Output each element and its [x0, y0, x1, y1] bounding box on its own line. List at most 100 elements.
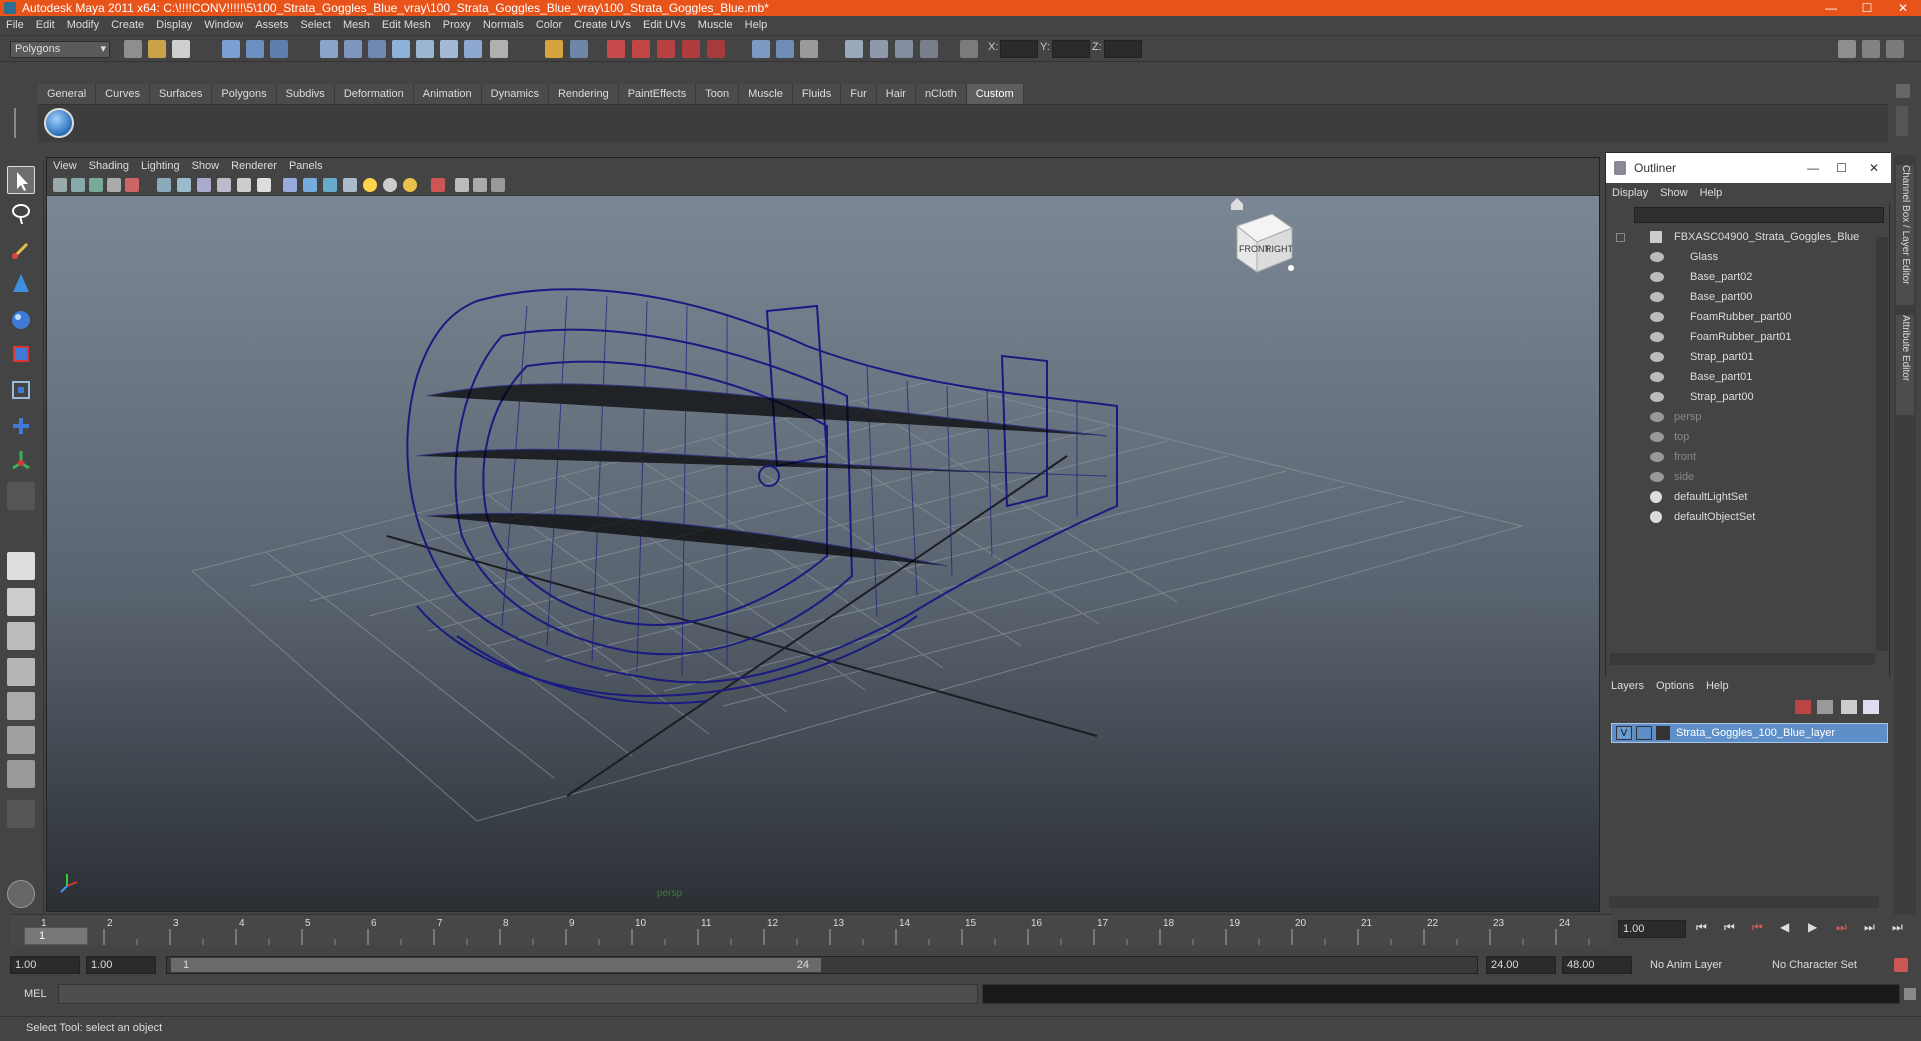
select-hierarchy-icon[interactable] [222, 40, 240, 58]
shelf-tab-ncloth[interactable]: nCloth [915, 84, 967, 104]
channel-box-tab[interactable]: Channel Box / Layer Editor [1896, 165, 1914, 305]
shelf-tab-dynamics[interactable]: Dynamics [481, 84, 549, 104]
outliner-item-strap-part01[interactable]: Strap_part01 [1606, 347, 1876, 367]
x-field[interactable] [1000, 40, 1038, 58]
animation-end-field[interactable]: 48.00 [1562, 956, 1632, 974]
outliner-item-foamrubber-part01[interactable]: FoamRubber_part01 [1606, 327, 1876, 347]
menu-mesh[interactable]: Mesh [337, 16, 376, 35]
menu-proxy[interactable]: Proxy [437, 16, 477, 35]
xray-joints-icon[interactable] [473, 178, 487, 192]
menu-create-uvs[interactable]: Create UVs [568, 16, 637, 35]
time-slider[interactable]: 1 2 3 4 5 6 7 8 9 10 11 12 13 14 15 16 17 18 19 20 21 22 23 24 … [10, 914, 1612, 946]
batch-render-icon[interactable] [800, 40, 818, 58]
go-to-end-icon[interactable]: ⏭ [1892, 920, 1903, 935]
open-scene-icon[interactable] [148, 40, 166, 58]
animation-start-field[interactable]: 1.00 [10, 956, 80, 974]
outliner-item-strap-part00[interactable]: Strap_part00 [1606, 387, 1876, 407]
make-live-icon[interactable] [416, 40, 434, 58]
shelf-tab-painteffects[interactable]: PaintEffects [618, 84, 697, 104]
character-set-dropdown[interactable]: No Character Set [1758, 956, 1882, 974]
playback-start-field[interactable]: 1.00 [86, 956, 156, 974]
select-object-icon[interactable] [246, 40, 264, 58]
transform-mode-icon[interactable] [960, 40, 978, 58]
safe-action-icon[interactable] [257, 178, 271, 192]
menu-color[interactable]: Color [530, 16, 568, 35]
snap-grid-icon[interactable] [320, 40, 338, 58]
viewport-menu-lighting[interactable]: Lighting [135, 158, 186, 174]
layout-extra-icon[interactable] [7, 760, 35, 788]
persp-outliner-layout-icon[interactable] [7, 622, 35, 650]
last-tool-icon[interactable] [7, 482, 35, 510]
menu-edit-uvs[interactable]: Edit UVs [637, 16, 692, 35]
new-empty-layer-icon[interactable] [1817, 700, 1833, 714]
field-chart-icon[interactable] [237, 178, 251, 192]
script-editor-icon[interactable] [7, 880, 35, 908]
channel-box-toggle-icon[interactable] [920, 40, 938, 58]
input-line-mode-icon[interactable] [845, 40, 863, 58]
rotate-tool-icon[interactable] [7, 306, 35, 334]
play-backwards-icon[interactable]: ◀ [1780, 920, 1789, 934]
grid-toggle-icon[interactable] [157, 178, 171, 192]
shelf-tab-custom[interactable]: Custom [966, 84, 1024, 104]
outliner-camera-side[interactable]: side [1606, 467, 1876, 487]
menu-display[interactable]: Display [150, 16, 198, 35]
layer-row[interactable]: V Strata_Goggles_100_Blue_layer [1611, 723, 1888, 743]
outliner-camera-front[interactable]: front [1606, 447, 1876, 467]
render-region-icon[interactable] [657, 40, 675, 58]
four-view-layout-icon[interactable] [7, 588, 35, 616]
go-to-start-icon[interactable]: ⏮ [1696, 920, 1707, 935]
shelf-tab-curves[interactable]: Curves [96, 84, 150, 104]
step-forward-icon[interactable]: ⏭ [1864, 920, 1875, 935]
shelf-tab-surfaces[interactable]: Surfaces [149, 84, 213, 104]
save-scene-icon[interactable] [172, 40, 190, 58]
current-frame-marker[interactable]: 1 [24, 927, 88, 945]
isolate-select-icon[interactable] [431, 178, 445, 192]
viewport-canvas[interactable]: FRONT RIGHT persp [47, 196, 1599, 911]
single-perspective-layout-icon[interactable] [7, 552, 35, 580]
shelf-tab-general[interactable]: General [38, 84, 97, 104]
render-settings-icon[interactable] [682, 40, 700, 58]
playback-end-field[interactable]: 24.00 [1486, 956, 1556, 974]
outliner-item-base-part02[interactable]: Base_part02 [1606, 267, 1876, 287]
menu-window[interactable]: Window [198, 16, 249, 35]
layout-outliner-icon[interactable] [1886, 40, 1904, 58]
close-button[interactable]: ✕ [1885, 0, 1921, 16]
viewport-menu-panels[interactable]: Panels [283, 158, 329, 174]
bookmark-icon[interactable] [71, 178, 85, 192]
minimize-button[interactable]: — [1813, 0, 1849, 16]
hypershade-icon[interactable] [707, 40, 725, 58]
viewcube-menu-icon[interactable] [1288, 265, 1294, 271]
shelf-tab-rendering[interactable]: Rendering [548, 84, 619, 104]
menu-modify[interactable]: Modify [61, 16, 105, 35]
lock-selection-icon[interactable] [545, 40, 563, 58]
film-gate-icon[interactable] [177, 178, 191, 192]
highlight-selection-icon[interactable] [570, 40, 588, 58]
image-plane-icon[interactable] [89, 178, 103, 192]
outliner-camera-persp[interactable]: persp [1606, 407, 1876, 427]
camera-attributes-icon[interactable] [53, 178, 67, 192]
outliner-maximize-button[interactable]: ☐ [1836, 153, 1847, 183]
current-time-field[interactable]: 1.00 [1618, 920, 1686, 938]
snap-curve-icon[interactable] [344, 40, 362, 58]
shelf-tab-fur[interactable]: Fur [841, 84, 877, 104]
menu-edit-mesh[interactable]: Edit Mesh [376, 16, 437, 35]
new-scene-icon[interactable] [124, 40, 142, 58]
step-back-icon[interactable]: ⏮ [1724, 920, 1735, 935]
layer-menu-options[interactable]: Options [1650, 676, 1700, 696]
shelf-tab-fluids[interactable]: Fluids [792, 84, 842, 104]
viewcube[interactable]: FRONT RIGHT [1235, 213, 1294, 273]
lasso-tool-icon[interactable] [7, 200, 35, 228]
menu-file[interactable]: File [0, 16, 30, 35]
universal-manip-icon[interactable] [7, 376, 35, 404]
layer-menu-layers[interactable]: Layers [1605, 676, 1650, 696]
smooth-shade-icon[interactable] [303, 178, 317, 192]
layout-four-icon[interactable] [1862, 40, 1880, 58]
tool-settings-toggle-icon[interactable] [895, 40, 913, 58]
home-icon[interactable] [1231, 198, 1243, 210]
xray-icon[interactable] [455, 178, 469, 192]
persp-graph-layout-icon[interactable] [7, 658, 35, 686]
command-input[interactable] [58, 984, 978, 1004]
collapse-icon[interactable] [1616, 233, 1625, 242]
hud-toggle-icon[interactable] [491, 178, 505, 192]
wireframe-mode-icon[interactable] [283, 178, 297, 192]
